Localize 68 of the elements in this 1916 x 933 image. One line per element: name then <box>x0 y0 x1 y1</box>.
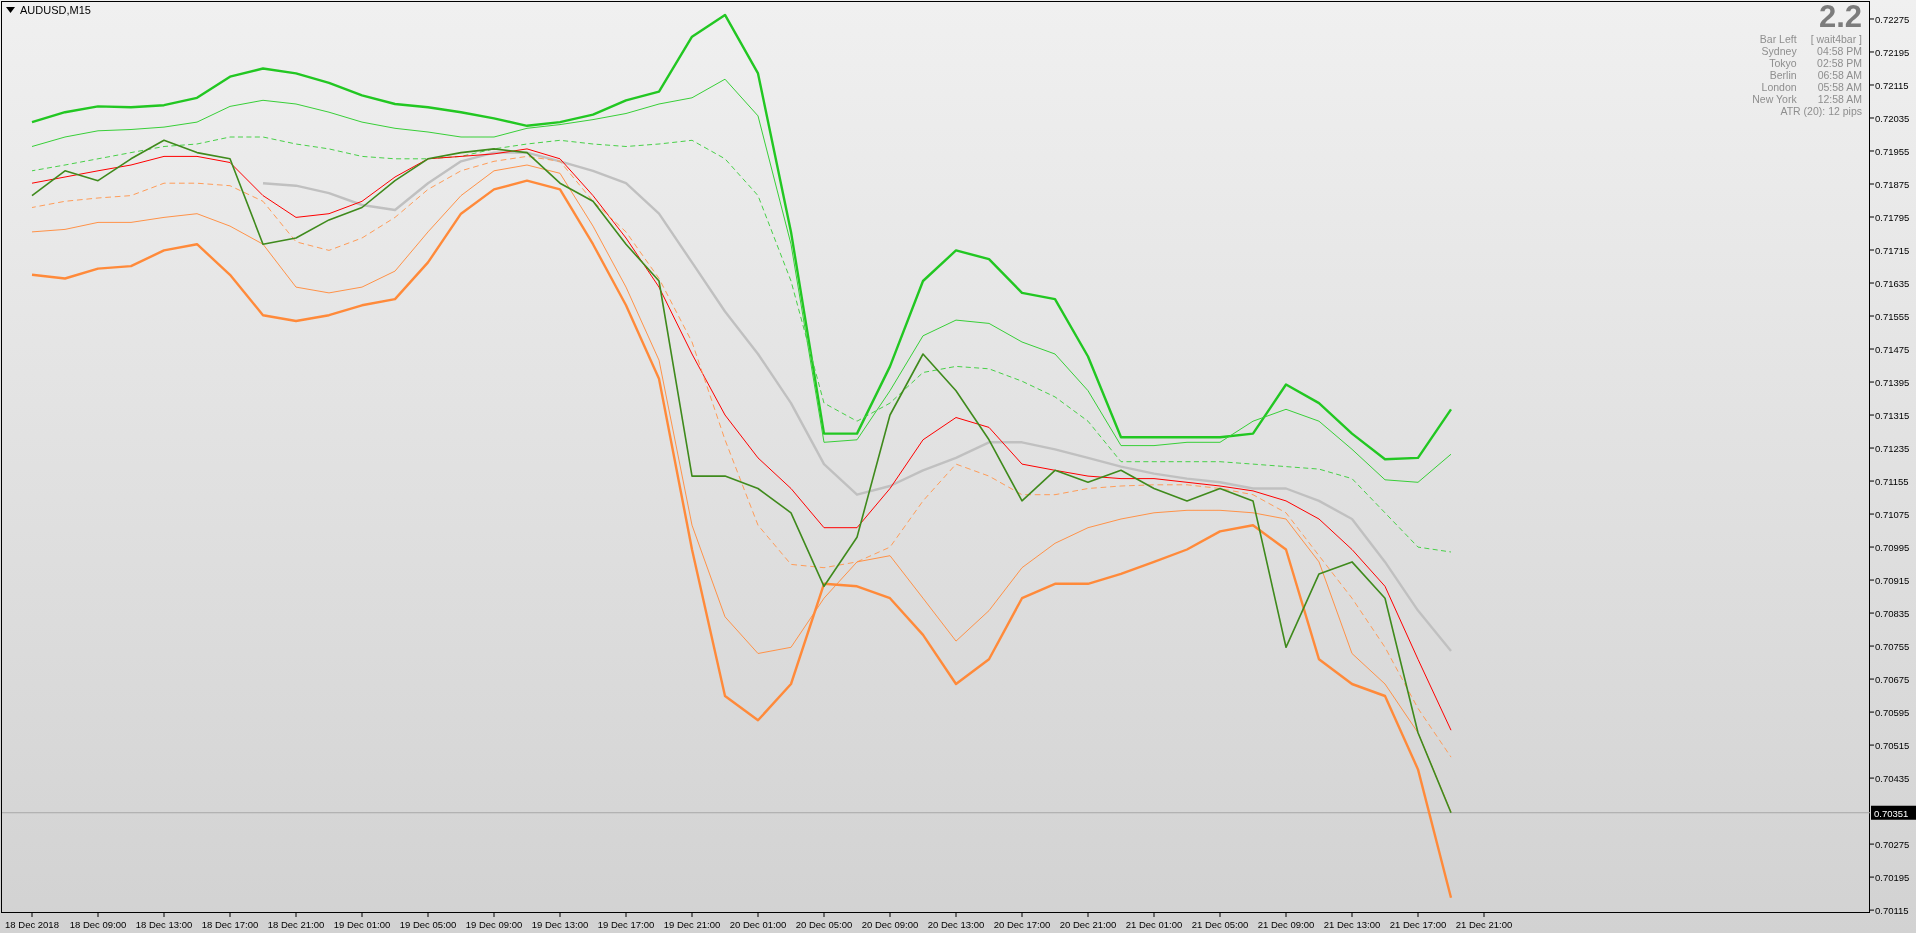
price-label: 0.71635 <box>1875 278 1910 289</box>
price-label: 0.71315 <box>1875 410 1910 422</box>
spread-value: 2.2 <box>1818 2 1862 32</box>
price-label: 0.70755 <box>1875 641 1910 653</box>
info-label: Berlin <box>1768 69 1797 81</box>
info-label: Sydney <box>1760 45 1797 57</box>
dropdown-icon[interactable] <box>6 7 15 13</box>
price-label: 0.72035 <box>1875 113 1910 124</box>
price-label: 0.71235 <box>1875 443 1910 455</box>
price-label: 0.72275 <box>1875 14 1910 25</box>
time-label: 18 Dec 2018 <box>5 919 59 930</box>
info-label: New York <box>1752 93 1797 105</box>
price-label: 0.70195 <box>1875 872 1910 884</box>
price-label: 0.70515 <box>1875 740 1910 752</box>
price-label: 0.70595 <box>1875 707 1910 719</box>
price-label: 0.71555 <box>1875 311 1910 322</box>
current-price-tag: 0.70351 <box>1871 805 1916 820</box>
info-value: 02:58 PM <box>1816 57 1862 69</box>
info-label: Bar Left <box>1758 33 1797 45</box>
info-value: 06:58 AM <box>1816 69 1862 81</box>
time-label: 19 Dec 01:00 <box>333 919 391 930</box>
price-label: 0.71875 <box>1875 179 1910 190</box>
info-value: 05:58 AM <box>1816 81 1862 93</box>
price-label: 0.70115 <box>1875 905 1909 917</box>
time-label: 18 Dec 13:00 <box>135 919 193 930</box>
time-label: 18 Dec 09:00 <box>69 919 127 930</box>
price-label: 0.72195 <box>1875 47 1910 58</box>
time-label: 20 Dec 13:00 <box>927 919 985 930</box>
time-label: 20 Dec 05:00 <box>795 919 853 930</box>
info-label: Tokyo <box>1768 57 1797 69</box>
price-label: 0.71955 <box>1875 146 1910 157</box>
time-label: 21 Dec 17:00 <box>1389 919 1447 930</box>
ref-line-label: 0.70351 <box>1874 807 1909 819</box>
time-label: 19 Dec 17:00 <box>597 919 655 930</box>
time-label: 19 Dec 13:00 <box>531 919 589 930</box>
info-label: London <box>1760 81 1797 93</box>
price-label: 0.71475 <box>1875 344 1910 356</box>
price-label: 0.70435 <box>1875 773 1910 785</box>
price-label: 0.71795 <box>1875 212 1910 223</box>
price-label: 0.72115 <box>1875 80 1909 91</box>
time-label: 19 Dec 05:00 <box>399 919 457 930</box>
time-label: 21 Dec 01:00 <box>1125 919 1183 930</box>
info-value: [ wait4bar ] <box>1810 33 1862 45</box>
time-label: 18 Dec 21:00 <box>267 919 325 930</box>
time-label: 21 Dec 05:00 <box>1191 919 1249 930</box>
time-label: 20 Dec 17:00 <box>993 919 1051 930</box>
time-label: 21 Dec 09:00 <box>1257 919 1315 930</box>
price-label: 0.70275 <box>1875 839 1910 851</box>
price-label: 0.71075 <box>1875 509 1910 521</box>
time-label: 21 Dec 13:00 <box>1323 919 1381 930</box>
price-label: 0.70995 <box>1875 542 1910 554</box>
time-label: 21 Dec 21:00 <box>1455 919 1513 930</box>
time-label: 18 Dec 17:00 <box>201 919 259 930</box>
atr-text: ATR (20): 12 pips <box>1780 105 1862 118</box>
time-label: 20 Dec 01:00 <box>729 919 787 930</box>
price-label: 0.71155 <box>1875 476 1909 488</box>
time-label: 19 Dec 21:00 <box>663 919 721 930</box>
price-label: 0.70675 <box>1875 674 1910 686</box>
info-value: 12:58 AM <box>1816 93 1862 105</box>
symbol-title: AUDUSD,M15 <box>20 4 91 16</box>
time-label: 20 Dec 09:00 <box>861 919 919 930</box>
price-label: 0.70835 <box>1875 608 1910 620</box>
time-label: 19 Dec 09:00 <box>465 919 523 930</box>
time-label: 20 Dec 21:00 <box>1059 919 1117 930</box>
info-value: 04:58 PM <box>1816 45 1862 57</box>
price-label: 0.71715 <box>1875 245 1910 256</box>
price-label: 0.71395 <box>1875 377 1910 389</box>
price-label: 0.70915 <box>1875 575 1910 587</box>
